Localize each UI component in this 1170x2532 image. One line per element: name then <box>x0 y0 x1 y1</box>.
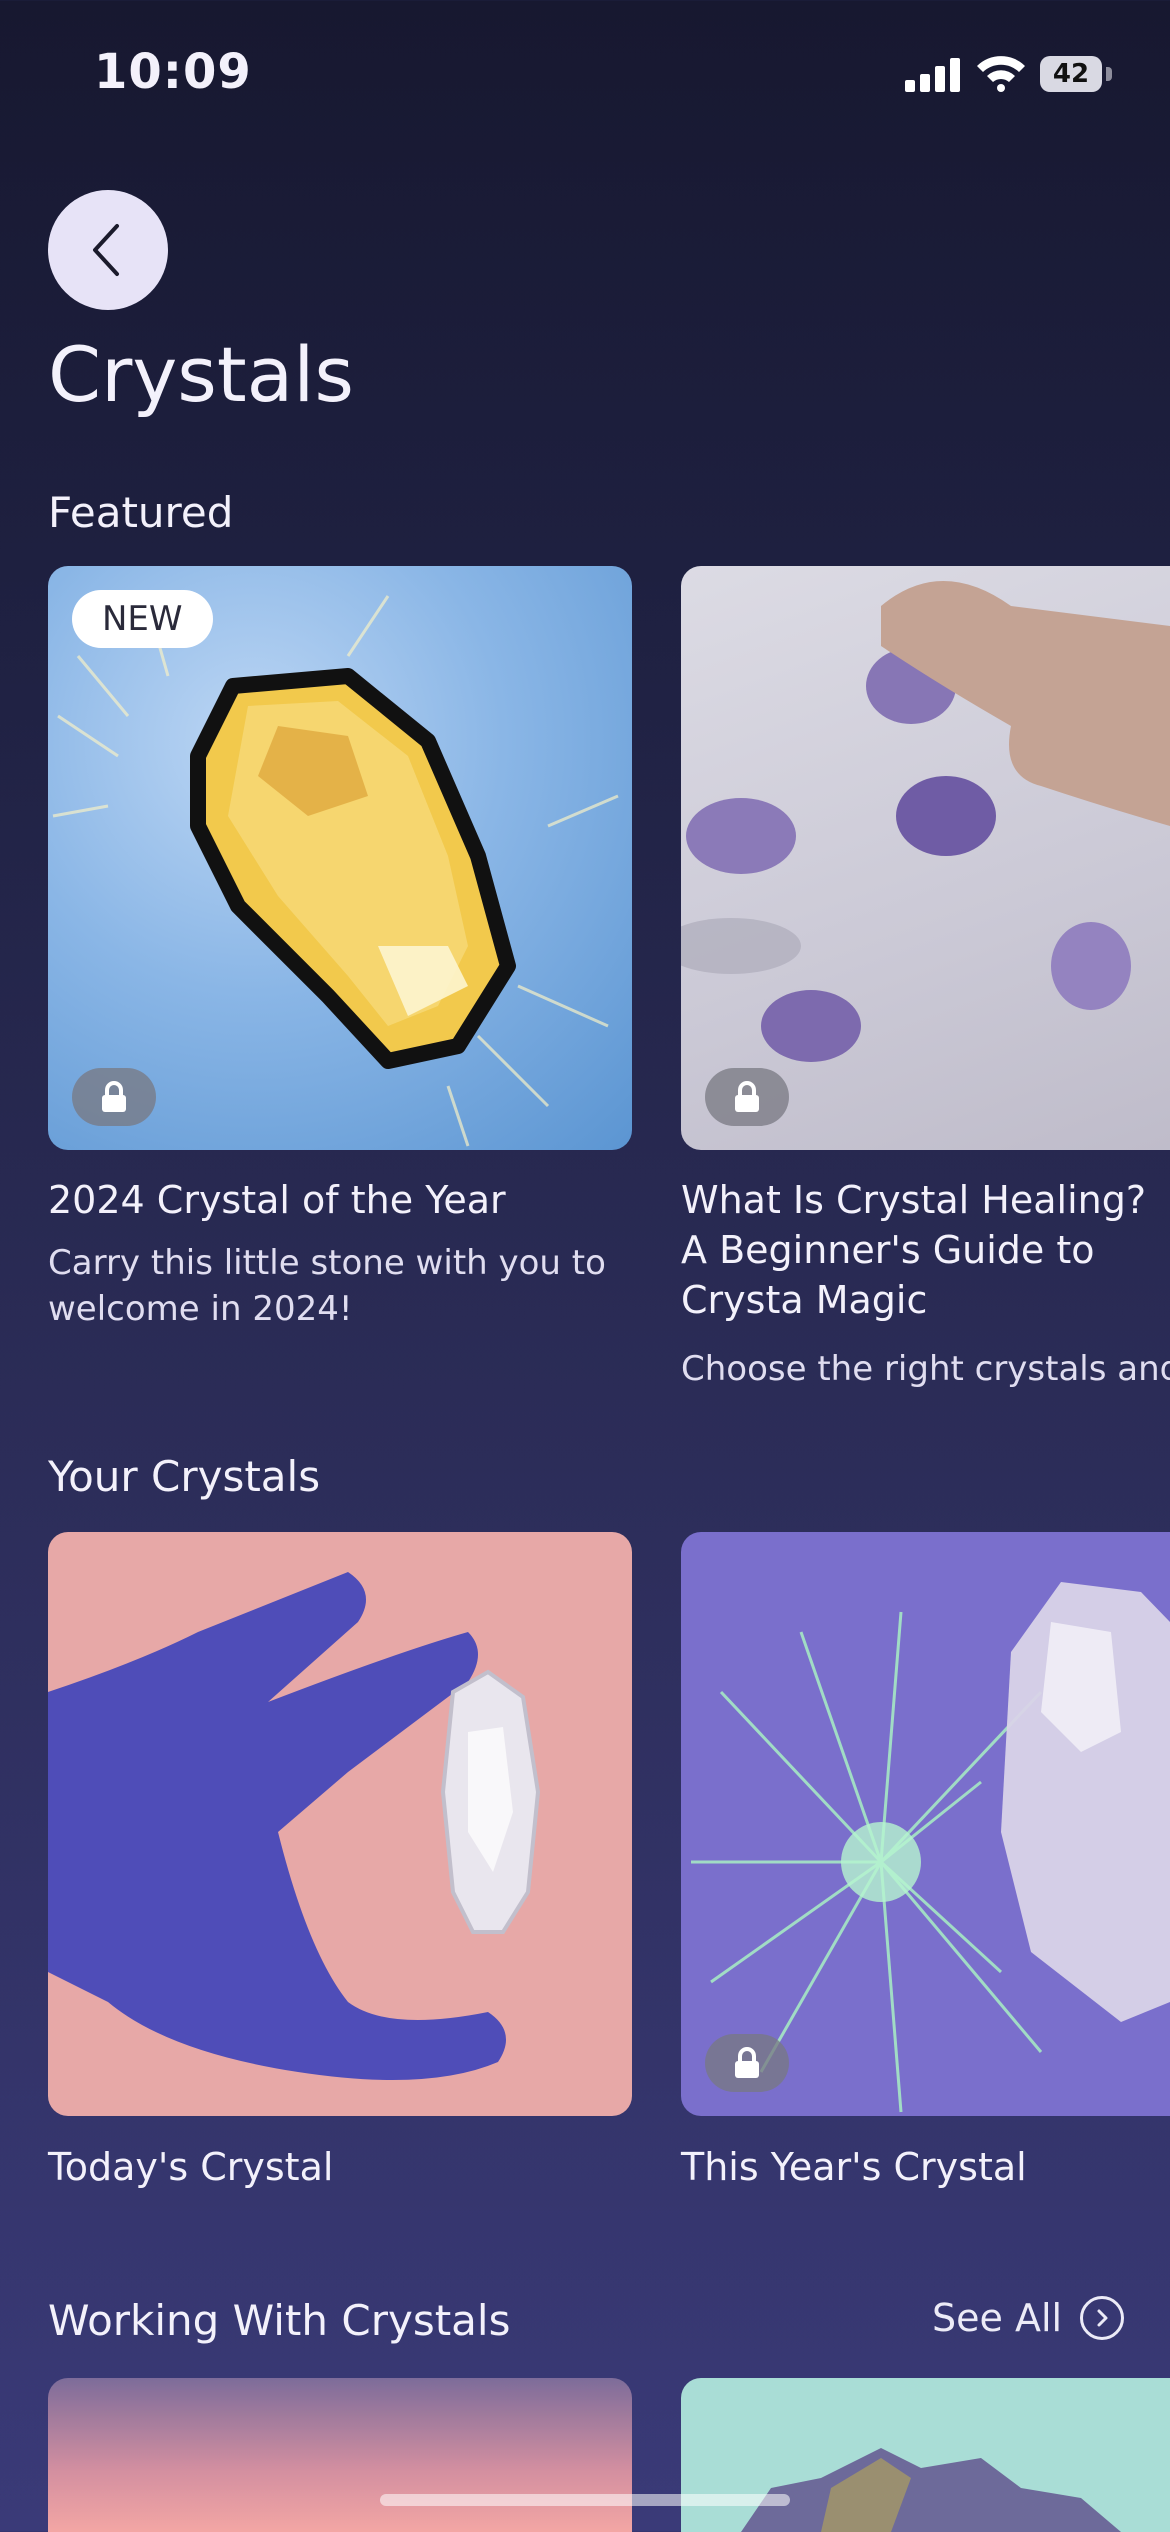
home-indicator[interactable] <box>380 2494 790 2506</box>
featured-card-title: What Is Crystal Healing? A Beginner's Gu… <box>681 1178 1146 1322</box>
chevron-left-icon <box>93 224 119 276</box>
crystal-cluster-image <box>741 2448 1121 2532</box>
section-title-your-crystals: Your Crystals <box>48 1452 321 1501</box>
cellular-signal-icon <box>905 56 961 92</box>
wifi-icon <box>977 56 1025 92</box>
featured-card-crystal-of-year[interactable]: NEW <box>48 566 632 1150</box>
featured-card-title: 2024 Crystal of the Year <box>48 1178 506 1222</box>
amethyst-hand-image <box>681 581 1170 1062</box>
featured-card-crystal-healing[interactable] <box>681 566 1170 1150</box>
back-button[interactable] <box>48 190 168 310</box>
see-all-button[interactable]: See All <box>932 2296 1125 2340</box>
section-title-working-with-crystals: Working With Crystals <box>48 2296 511 2345</box>
page-title: Crystals <box>48 330 354 419</box>
your-crystal-card-title: Today's Crystal <box>48 2145 334 2189</box>
your-crystal-card-year[interactable] <box>681 1532 1170 2116</box>
hand-holding-crystal-image <box>48 1572 541 2080</box>
see-all-label: See All <box>932 2296 1063 2340</box>
crystal-burst-image <box>691 1582 1170 2113</box>
new-badge: NEW <box>72 590 213 648</box>
battery-icon: 42 <box>1040 56 1102 92</box>
featured-card-subtitle: Choose the right crystals and <box>681 1349 1170 1389</box>
lock-icon <box>705 2034 789 2092</box>
working-card-1[interactable] <box>48 2378 632 2532</box>
section-title-featured: Featured <box>48 488 234 537</box>
featured-card-subtitle: Carry this little stone with you to welc… <box>48 1243 606 1329</box>
lock-icon <box>72 1068 156 1126</box>
working-card-2[interactable] <box>681 2378 1170 2532</box>
status-bar: 10:09 42 <box>0 0 1170 150</box>
chevron-right-circle-icon <box>1080 2296 1125 2340</box>
your-crystal-card-title: This Year's Crystal <box>681 2145 1027 2189</box>
citrine-crystal-image <box>52 595 619 1147</box>
lock-icon <box>705 1068 789 1126</box>
battery-nub <box>1106 67 1112 81</box>
status-time: 10:09 <box>94 44 252 100</box>
your-crystal-card-today[interactable] <box>48 1532 632 2116</box>
